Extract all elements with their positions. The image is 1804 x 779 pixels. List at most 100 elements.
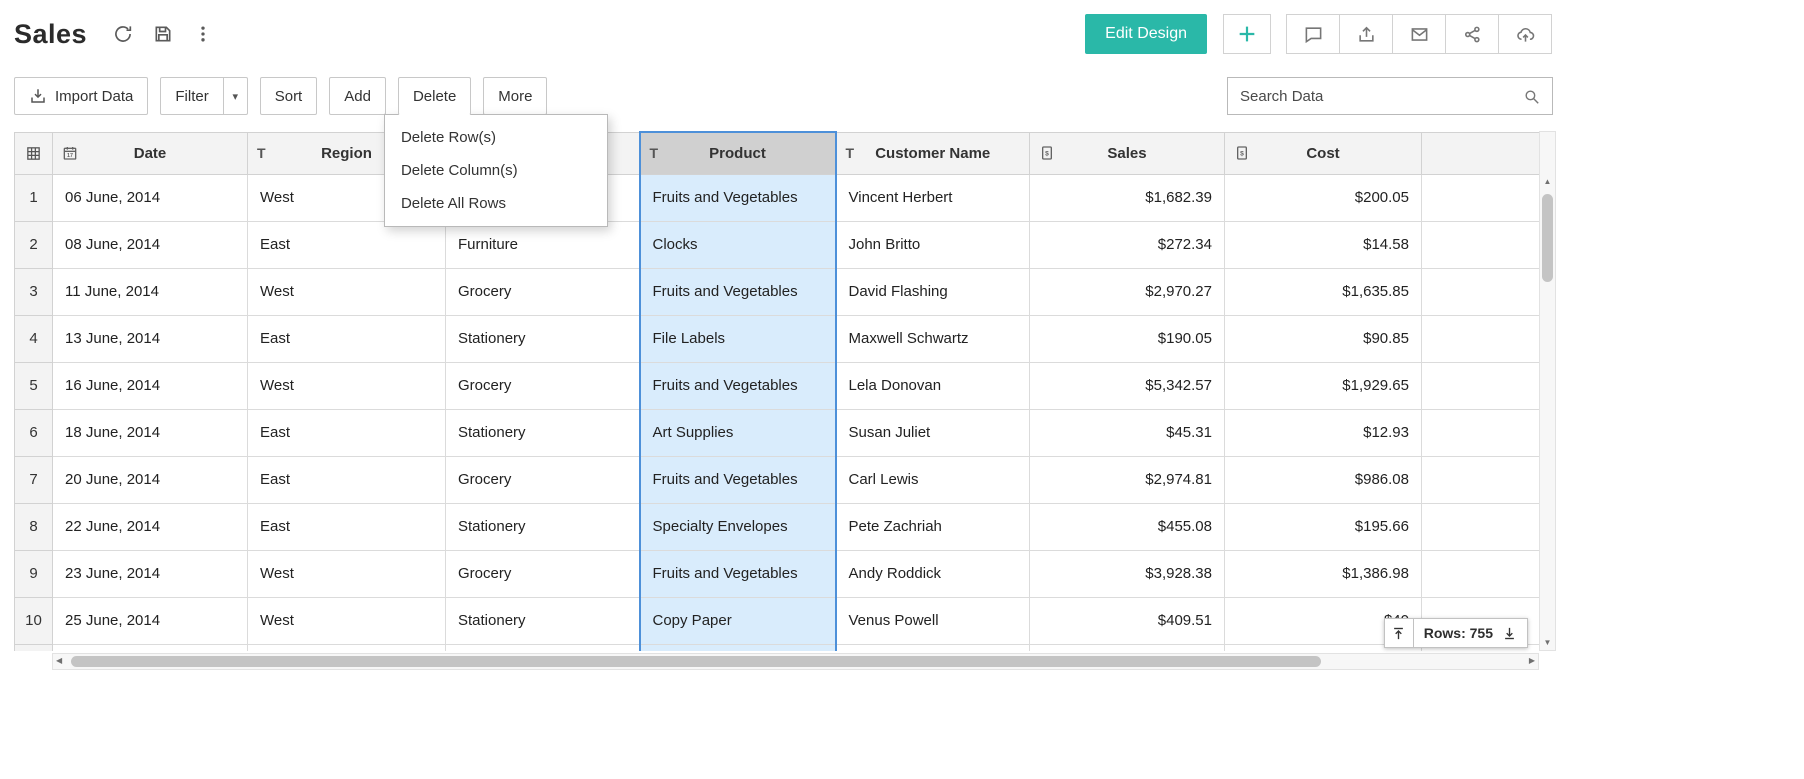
- cell-cost[interactable]: $90.85: [1225, 315, 1422, 362]
- scroll-down-arrow[interactable]: ▼: [1540, 639, 1555, 647]
- row-number-cell[interactable]: 6: [15, 409, 53, 456]
- go-to-last-icon[interactable]: [1502, 626, 1517, 641]
- cell-product[interactable]: Art Supplies: [640, 409, 836, 456]
- cell-category[interactable]: Stationery: [446, 315, 640, 362]
- row-number-cell[interactable]: 3: [15, 268, 53, 315]
- cell-region[interactable]: [248, 644, 446, 651]
- cell-category[interactable]: Grocery: [446, 268, 640, 315]
- cell-empty[interactable]: [1422, 315, 1540, 362]
- cell-region[interactable]: West: [248, 550, 446, 597]
- email-button[interactable]: [1392, 14, 1446, 54]
- cell-date[interactable]: 18 June, 2014: [53, 409, 248, 456]
- row-number-cell[interactable]: 9: [15, 550, 53, 597]
- cell-category[interactable]: Furniture: [446, 221, 640, 268]
- publish-button[interactable]: [1498, 14, 1552, 54]
- cell-empty[interactable]: [1422, 174, 1540, 221]
- cell-customer-name[interactable]: Lela Donovan: [836, 362, 1030, 409]
- cell-product[interactable]: [640, 644, 836, 651]
- cell-sales[interactable]: $3,928.38: [1030, 550, 1225, 597]
- add-new-button[interactable]: [1223, 14, 1271, 54]
- menu-item-delete-rows[interactable]: Delete Row(s): [385, 121, 607, 154]
- cell-cost[interactable]: $1,635.85: [1225, 268, 1422, 315]
- cell-cost[interactable]: $1,929.65: [1225, 362, 1422, 409]
- cell-product[interactable]: File Labels: [640, 315, 836, 362]
- comments-button[interactable]: [1286, 14, 1340, 54]
- cell-customer-name[interactable]: David Flashing: [836, 268, 1030, 315]
- save-button[interactable]: [151, 22, 175, 46]
- row-number-cell[interactable]: [15, 644, 53, 651]
- cell-cost[interactable]: $200.05: [1225, 174, 1422, 221]
- cell-cost[interactable]: $12.93: [1225, 409, 1422, 456]
- horizontal-scrollbar-thumb[interactable]: [71, 656, 1321, 667]
- column-header-empty[interactable]: [1422, 132, 1540, 174]
- cell-product[interactable]: Fruits and Vegetables: [640, 174, 836, 221]
- more-button[interactable]: More: [483, 77, 547, 115]
- cell-region[interactable]: East: [248, 503, 446, 550]
- sort-button[interactable]: Sort: [260, 77, 318, 115]
- cell-date[interactable]: 16 June, 2014: [53, 362, 248, 409]
- cell-sales[interactable]: $45.31: [1030, 409, 1225, 456]
- row-number-cell[interactable]: 2: [15, 221, 53, 268]
- cell-sales[interactable]: [1030, 644, 1225, 651]
- cell-sales[interactable]: $455.08: [1030, 503, 1225, 550]
- delete-button[interactable]: Delete: [398, 77, 471, 115]
- cell-product[interactable]: Copy Paper: [640, 597, 836, 644]
- more-options-kebab-button[interactable]: [191, 22, 215, 46]
- export-button[interactable]: [1339, 14, 1393, 54]
- cell-empty[interactable]: [1422, 221, 1540, 268]
- cell-category[interactable]: Stationery: [446, 409, 640, 456]
- cell-empty[interactable]: [1422, 362, 1540, 409]
- row-number-cell[interactable]: 4: [15, 315, 53, 362]
- column-header-product[interactable]: T Product: [640, 132, 836, 174]
- cell-cost[interactable]: $1,386.98: [1225, 550, 1422, 597]
- cell-region[interactable]: East: [248, 409, 446, 456]
- cell-region[interactable]: East: [248, 456, 446, 503]
- cell-date[interactable]: [53, 644, 248, 651]
- column-header-date[interactable]: 17 Date: [53, 132, 248, 174]
- cell-sales[interactable]: $409.51: [1030, 597, 1225, 644]
- cell-sales[interactable]: $2,970.27: [1030, 268, 1225, 315]
- cell-category[interactable]: Grocery: [446, 456, 640, 503]
- cell-product[interactable]: Clocks: [640, 221, 836, 268]
- cell-date[interactable]: 11 June, 2014: [53, 268, 248, 315]
- cell-date[interactable]: 23 June, 2014: [53, 550, 248, 597]
- cell-category[interactable]: Grocery: [446, 362, 640, 409]
- cell-product[interactable]: Specialty Envelopes: [640, 503, 836, 550]
- cell-empty[interactable]: [1422, 550, 1540, 597]
- cell-sales[interactable]: $1,682.39: [1030, 174, 1225, 221]
- cell-date[interactable]: 20 June, 2014: [53, 456, 248, 503]
- filter-dropdown-caret-icon[interactable]: ▾: [223, 78, 247, 114]
- cell-category[interactable]: Grocery: [446, 550, 640, 597]
- cell-date[interactable]: 22 June, 2014: [53, 503, 248, 550]
- search-icon[interactable]: [1523, 88, 1540, 105]
- cell-region[interactable]: West: [248, 362, 446, 409]
- cell-sales[interactable]: $190.05: [1030, 315, 1225, 362]
- vertical-scrollbar[interactable]: ▲ ▼: [1539, 131, 1556, 651]
- add-button[interactable]: Add: [329, 77, 386, 115]
- row-number-cell[interactable]: 8: [15, 503, 53, 550]
- cell-customer-name[interactable]: Andy Roddick: [836, 550, 1030, 597]
- cell-product[interactable]: Fruits and Vegetables: [640, 268, 836, 315]
- cell-sales[interactable]: $272.34: [1030, 221, 1225, 268]
- cell-customer-name[interactable]: Susan Juliet: [836, 409, 1030, 456]
- cell-category[interactable]: Stationery: [446, 503, 640, 550]
- cell-cost[interactable]: $195.66: [1225, 503, 1422, 550]
- scroll-left-arrow[interactable]: ◀: [56, 657, 62, 665]
- cell-region[interactable]: West: [248, 268, 446, 315]
- menu-item-delete-columns[interactable]: Delete Column(s): [385, 154, 607, 187]
- cell-cost[interactable]: $986.08: [1225, 456, 1422, 503]
- select-all-corner-cell[interactable]: [15, 132, 53, 174]
- edit-design-button[interactable]: Edit Design: [1085, 14, 1207, 54]
- column-header-customer-name[interactable]: T Customer Name: [836, 132, 1030, 174]
- cell-customer-name[interactable]: Carl Lewis: [836, 456, 1030, 503]
- cell-date[interactable]: 08 June, 2014: [53, 221, 248, 268]
- cell-date[interactable]: 13 June, 2014: [53, 315, 248, 362]
- cell-product[interactable]: Fruits and Vegetables: [640, 456, 836, 503]
- row-number-cell[interactable]: 10: [15, 597, 53, 644]
- cell-customer-name[interactable]: John Britto: [836, 221, 1030, 268]
- cell-customer-name[interactable]: Pete Zachriah: [836, 503, 1030, 550]
- cell-region[interactable]: East: [248, 221, 446, 268]
- row-number-cell[interactable]: 5: [15, 362, 53, 409]
- cell-empty[interactable]: [1422, 409, 1540, 456]
- cell-sales[interactable]: $2,974.81: [1030, 456, 1225, 503]
